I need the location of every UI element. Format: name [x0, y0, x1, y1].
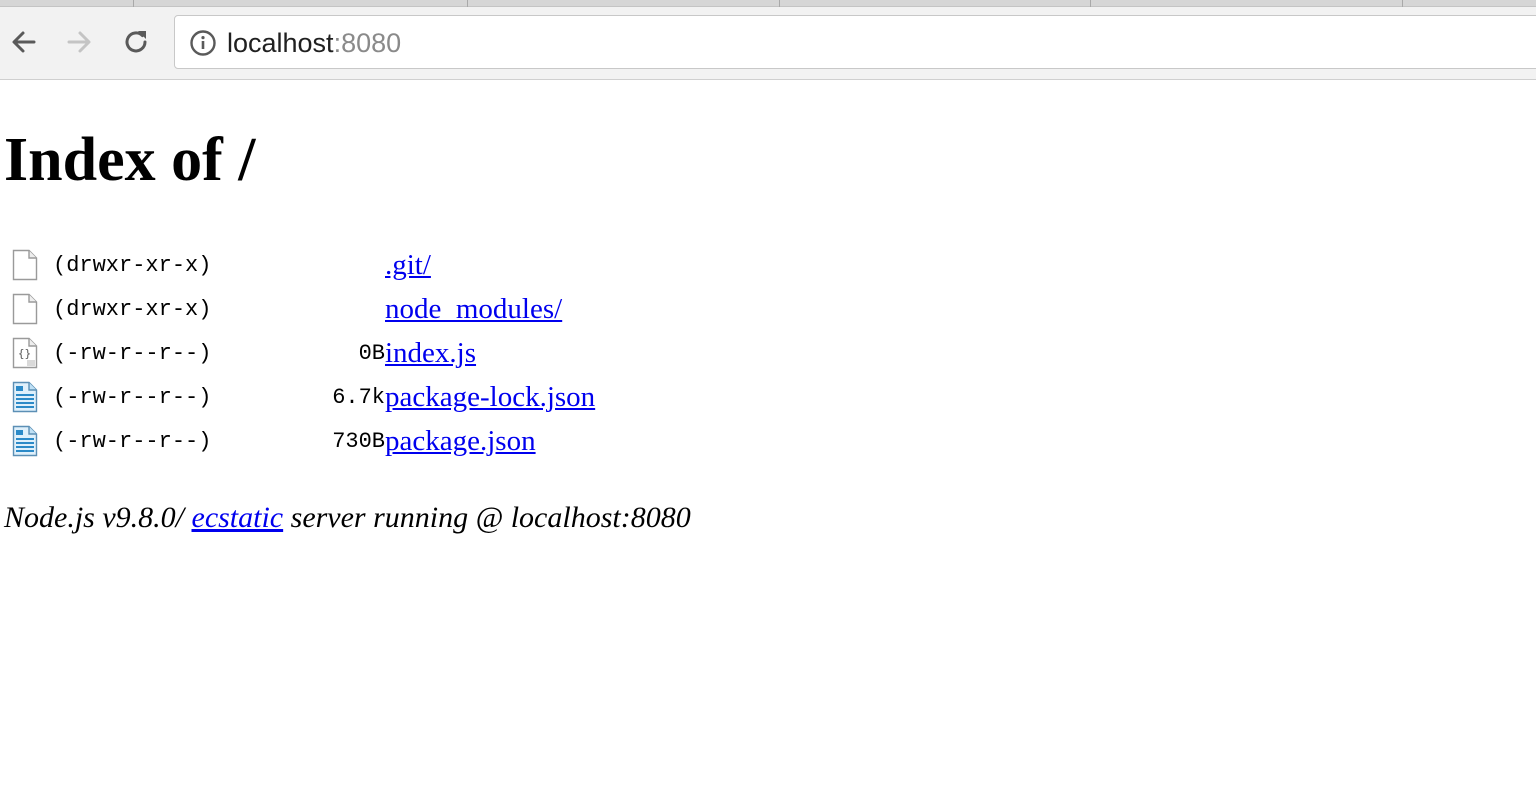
entry-permissions: (-rw-r--r--) [53, 384, 212, 410]
arrow-left-icon [12, 31, 36, 53]
entry-size: 730B [332, 428, 385, 454]
tab-strip [0, 0, 1536, 7]
forward-button[interactable] [59, 22, 99, 62]
tab-separator [1402, 0, 1403, 7]
reload-button[interactable] [116, 22, 156, 62]
entry-size [253, 287, 385, 331]
footer-suffix: server running @ localhost:8080 [283, 501, 691, 534]
entry-link[interactable]: index.js [385, 337, 476, 369]
entry-permissions: (drwxr-xr-x) [53, 296, 212, 322]
list-item: {} (-rw-r--r--) 0B index.js [9, 331, 595, 375]
tab-separator [779, 0, 780, 7]
entry-link[interactable]: package.json [385, 425, 536, 457]
entry-icon-cell [9, 243, 53, 287]
list-item: (-rw-r--r--) 730B package.json [9, 419, 595, 463]
address-bar[interactable]: localhost:8080 [174, 15, 1536, 69]
info-circle-icon[interactable] [189, 29, 217, 57]
tab-separator [1090, 0, 1091, 7]
directory-listing: (drwxr-xr-x) .git/ (drwxr-xr-x) node_mod… [9, 243, 595, 463]
entry-link[interactable]: .git/ [385, 249, 431, 281]
url-text[interactable]: localhost:8080 [227, 28, 401, 58]
entry-link[interactable]: package-lock.json [385, 381, 595, 413]
entry-icon-cell [9, 419, 53, 463]
entry-icon-cell [9, 287, 53, 331]
back-button[interactable] [4, 22, 44, 62]
server-footer: Node.js v9.8.0/ ecstatic server running … [4, 498, 691, 538]
list-item: (drwxr-xr-x) .git/ [9, 243, 595, 287]
url-host: localhost [227, 28, 334, 58]
text-file-icon [12, 381, 38, 413]
entry-size: 6.7k [332, 384, 385, 410]
list-item: (drwxr-xr-x) node_modules/ [9, 287, 595, 331]
reload-icon [125, 31, 147, 53]
blank-file-icon [12, 249, 38, 281]
entry-icon-cell [9, 375, 53, 419]
tab-separator [133, 0, 134, 7]
entry-icon-cell: {} [9, 331, 53, 375]
entry-permissions: (-rw-r--r--) [53, 340, 212, 366]
list-item: (-rw-r--r--) 6.7k package-lock.json [9, 375, 595, 419]
ecstatic-link[interactable]: ecstatic [192, 501, 284, 534]
url-port: :8080 [333, 28, 402, 58]
blank-file-icon [12, 293, 38, 325]
text-file-icon [12, 425, 38, 457]
svg-text:{}: {} [18, 347, 31, 360]
entry-link[interactable]: node_modules/ [385, 293, 562, 325]
entry-size [253, 243, 385, 287]
entry-permissions: (drwxr-xr-x) [53, 252, 212, 278]
entry-size: 0B [358, 340, 385, 366]
footer-prefix: Node.js v9.8.0/ [4, 501, 184, 534]
arrow-right-icon [67, 31, 91, 53]
entry-permissions: (-rw-r--r--) [53, 428, 212, 454]
page-title: Index of / [4, 126, 256, 194]
browser-toolbar: localhost:8080 [0, 0, 1536, 80]
tab-separator [467, 0, 468, 7]
script-file-icon: {} [12, 337, 38, 369]
